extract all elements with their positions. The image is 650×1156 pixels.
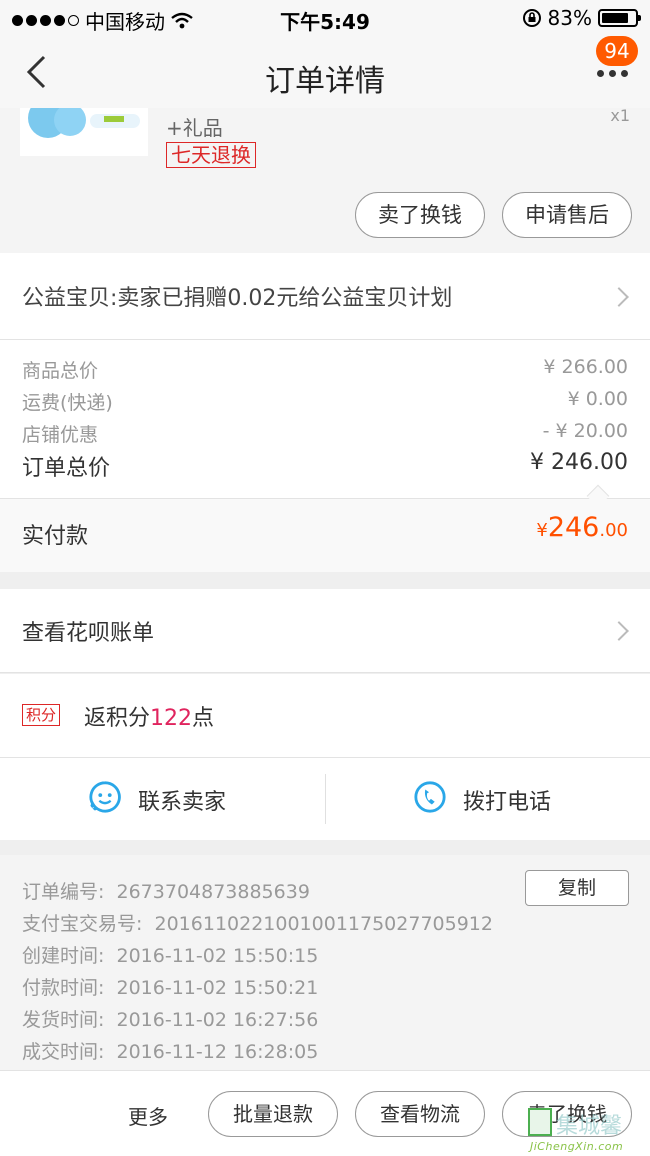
actual-payment-row: 实付款 ¥246.00 [0, 498, 650, 572]
completed-time-row: 成交时间: 2016-11-12 16:28:05 [22, 1041, 319, 1063]
battery-percent: 83% [547, 6, 592, 30]
sell-for-cash-button[interactable]: 卖了换钱 [355, 192, 485, 238]
quantity-label: x1 [610, 108, 630, 125]
product-card: +礼品 七天退换 x1 卖了换钱 申请售后 [0, 108, 650, 253]
points-text: 返积分122点 [84, 706, 215, 731]
phone-icon [414, 781, 446, 813]
charity-row[interactable]: 公益宝贝:卖家已捐赠0.02元给公益宝贝计划 [0, 253, 650, 340]
watermark-logo: 集城馨 JiChengXin.com [526, 1108, 646, 1154]
shipped-time-row: 发货时间: 2016-11-02 16:27:56 [22, 1009, 319, 1031]
page-title: 订单详情 [265, 64, 385, 99]
paid-time-row: 付款时间: 2016-11-02 15:50:21 [22, 977, 319, 999]
chat-bubble-icon [88, 781, 121, 814]
price-row-total: 订单总价 ¥ 246.00 [22, 450, 628, 482]
price-value: ¥ 0.00 [567, 388, 628, 410]
product-thumbnail[interactable] [20, 108, 148, 156]
nav-bar: 订单详情 94 [0, 36, 650, 108]
price-label: 店铺优惠 [22, 424, 99, 446]
chevron-right-icon [609, 287, 629, 307]
points-row: 积分 返积分122点 [0, 674, 650, 758]
more-actions-button[interactable]: 更多 [128, 1101, 168, 1130]
battery-icon [598, 9, 641, 27]
huabei-bill-text: 查看花呗账单 [22, 621, 155, 646]
created-time-row: 创建时间: 2016-11-02 15:50:15 [22, 945, 319, 967]
points-tag: 积分 [22, 704, 61, 726]
price-summary: 商品总价 ¥ 266.00 运费(快递) ¥ 0.00 店铺优惠 - ¥ 20.… [0, 340, 650, 498]
order-number-row: 订单编号: 2673704873885639 [22, 881, 310, 903]
message-count-badge: 94 [596, 36, 638, 66]
chevron-right-icon [609, 621, 629, 641]
call-phone-label: 拨打电话 [463, 790, 552, 815]
gift-label: +礼品 [166, 116, 223, 140]
price-row-shipping: 运费(快递) ¥ 0.00 [22, 388, 628, 415]
actual-payment-amount: ¥246.00 [536, 512, 628, 543]
price-row-discount: 店铺优惠 - ¥ 20.00 [22, 420, 628, 447]
seven-day-return-tag: 七天退换 [166, 142, 256, 168]
charity-text: 公益宝贝:卖家已捐赠0.02元给公益宝贝计划 [22, 286, 453, 311]
total-label: 订单总价 [22, 456, 111, 481]
more-menu-icon[interactable] [597, 70, 628, 77]
price-row-subtotal: 商品总价 ¥ 266.00 [22, 356, 628, 383]
actual-payment-label: 实付款 [22, 524, 89, 549]
apply-after-sale-button[interactable]: 申请售后 [502, 192, 632, 238]
total-value: ¥ 246.00 [530, 450, 628, 475]
price-value: - ¥ 20.00 [542, 420, 628, 442]
contact-seller-button[interactable]: 联系卖家 [0, 758, 325, 840]
copy-order-number-button[interactable]: 复制 [525, 870, 629, 906]
alipay-trade-number-row: 支付宝交易号: 2016110221001001175027705912 [22, 913, 493, 935]
price-value: ¥ 266.00 [543, 356, 628, 378]
contact-seller-label: 联系卖家 [138, 790, 227, 815]
contact-bar: 联系卖家 拨打电话 [0, 758, 650, 840]
batch-refund-button[interactable]: 批量退款 [208, 1091, 338, 1137]
view-logistics-button[interactable]: 查看物流 [355, 1091, 485, 1137]
order-info: 复制 订单编号: 2673704873885639 支付宝交易号: 201611… [0, 855, 650, 1070]
status-bar: 中国移动 下午5:49 83% [0, 0, 650, 36]
huabei-bill-row[interactable]: 查看花呗账单 [0, 589, 650, 673]
price-label: 商品总价 [22, 360, 99, 382]
rotation-lock-icon [522, 9, 541, 27]
call-phone-button[interactable]: 拨打电话 [325, 758, 650, 840]
price-label: 运费(快递) [22, 392, 113, 414]
